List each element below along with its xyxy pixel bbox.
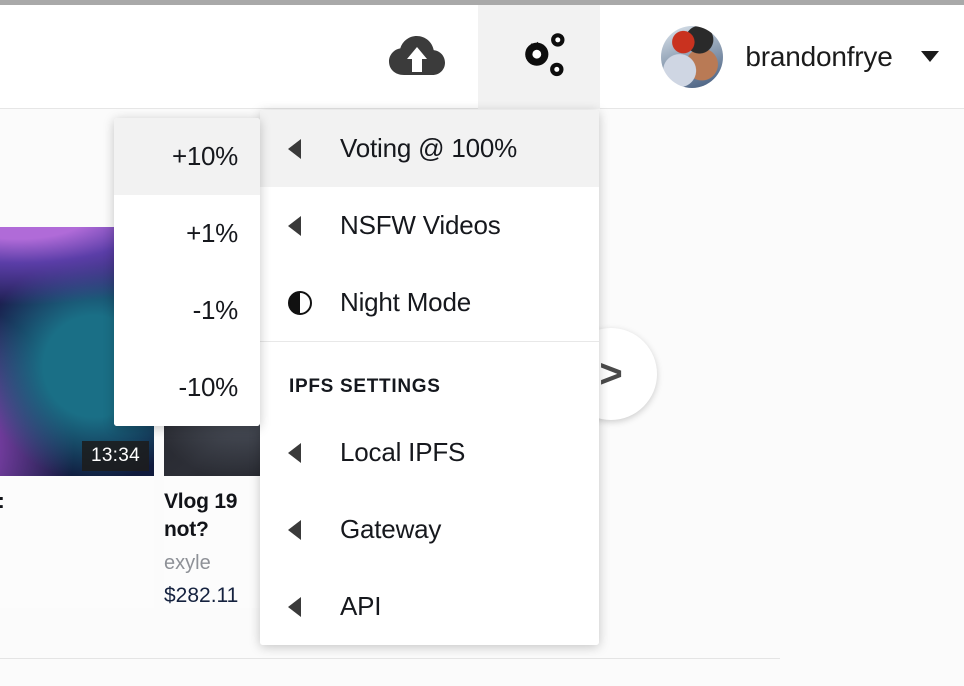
card-bottom-divider: [0, 658, 780, 659]
chevron-right-icon: >: [599, 352, 623, 396]
user-menu-button[interactable]: brandonfrye: [600, 5, 964, 109]
menu-item-api[interactable]: API: [260, 568, 599, 645]
menu-item-label: Voting @ 100%: [340, 133, 518, 163]
menu-item-label: Local IPFS: [340, 437, 466, 467]
submenu-item-minus-10[interactable]: -10%: [114, 349, 260, 426]
chevron-down-icon: [920, 51, 939, 62]
menu-item-label: Night Mode: [340, 287, 471, 317]
vote-percent-submenu: +10% +1% -1% -10%: [114, 118, 260, 426]
cloud-upload-icon: [389, 35, 445, 75]
submenu-item-minus-1[interactable]: -1%: [114, 272, 260, 349]
half-circle-icon: [288, 290, 340, 315]
avatar: [661, 25, 724, 88]
triangle-left-icon: [288, 215, 340, 236]
triangle-left-icon: [288, 442, 340, 463]
ipfs-settings-heading: IPFS SETTINGS: [289, 376, 441, 397]
menu-item-local-ipfs[interactable]: Local IPFS: [260, 414, 599, 491]
menu-item-nsfw-videos[interactable]: NSFW Videos: [260, 187, 599, 264]
video-title[interactable]: Jan 24 2018:: [0, 488, 154, 516]
menu-item-label: NSFW Videos: [340, 210, 501, 240]
menu-item-label: API: [340, 591, 382, 621]
menu-item-night-mode[interactable]: Night Mode: [260, 264, 599, 341]
video-duration-badge: 13:34: [81, 441, 149, 471]
submenu-item-plus-10[interactable]: +10%: [114, 118, 260, 195]
menu-item-label: Gateway: [340, 514, 442, 544]
menu-item-gateway[interactable]: Gateway: [260, 491, 599, 568]
username-label: brandonfrye: [745, 40, 893, 72]
upload-button[interactable]: [356, 5, 478, 109]
triangle-left-icon: [288, 138, 340, 159]
app-root: rijuana g the News 13:34 Jan 24 2018: Vl…: [0, 0, 964, 686]
gears-icon: [525, 32, 565, 76]
triangle-left-icon: [288, 519, 340, 540]
submenu-item-plus-1[interactable]: +1%: [114, 195, 260, 272]
settings-dropdown-menu: Voting @ 100% NSFW Videos Night Mode IPF…: [260, 110, 599, 645]
video-info: Jan 24 2018:: [0, 476, 154, 516]
menu-item-voting[interactable]: Voting @ 100%: [260, 110, 599, 187]
settings-button[interactable]: [478, 4, 600, 109]
triangle-left-icon: [288, 596, 340, 617]
top-header-bar: brandonfrye: [0, 4, 964, 109]
